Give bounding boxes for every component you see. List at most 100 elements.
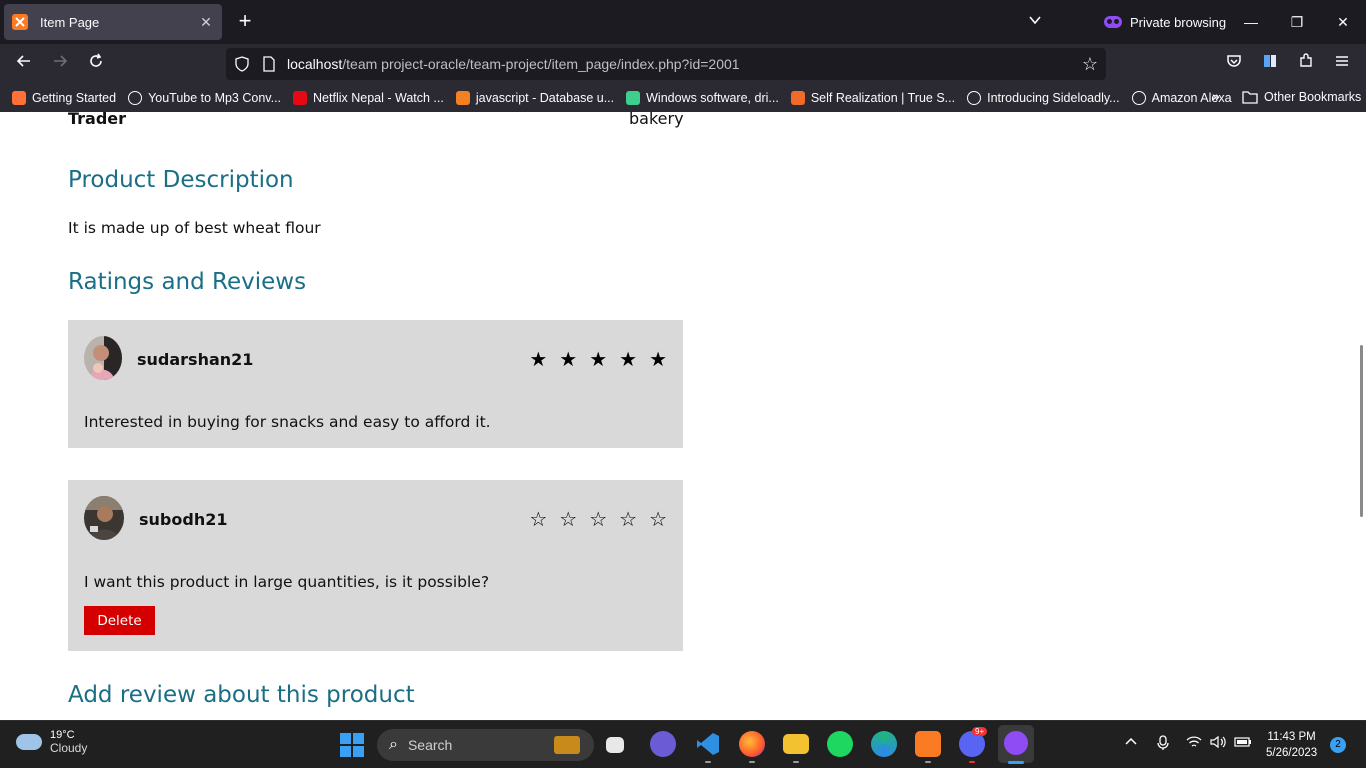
bookmark-star-icon[interactable]: ☆	[1082, 54, 1098, 75]
firefox-icon[interactable]	[739, 731, 765, 757]
stackoverflow-icon	[455, 91, 470, 105]
tracking-protection-icon[interactable]	[234, 56, 250, 77]
tab-title: Item Page	[40, 14, 100, 30]
bookmark-label: Introducing Sideloadly...	[987, 91, 1120, 105]
close-tab-icon[interactable]: ✕	[196, 14, 216, 31]
review-text: I want this product in large quantities,…	[84, 573, 490, 591]
clock-date: 5/26/2023	[1266, 747, 1318, 759]
delete-review-button[interactable]: Delete	[84, 606, 155, 635]
star-empty-icon: ☆	[649, 507, 667, 531]
bookmark-label: Windows software, dri...	[646, 91, 779, 105]
running-indicator	[749, 761, 755, 763]
taskbar-search-box[interactable]: ⌕ Search	[377, 729, 594, 761]
file-explorer-icon[interactable]	[783, 734, 809, 754]
bookmark-item[interactable]: Getting Started	[12, 91, 116, 105]
star-empty-icon: ☆	[529, 507, 548, 531]
softpedia-icon	[626, 91, 641, 105]
discord-badge: 9+	[972, 727, 988, 736]
bookmark-item[interactable]: Self Realization | True S...	[790, 91, 956, 105]
reload-button[interactable]	[84, 52, 108, 76]
review-username: subodh21	[139, 510, 228, 529]
xampp-icon[interactable]	[915, 731, 941, 757]
other-bookmarks-folder[interactable]: Other Bookmarks	[1242, 90, 1361, 104]
product-description-heading: Product Description	[68, 167, 294, 193]
bookmark-item[interactable]: javascript - Database u...	[455, 91, 615, 105]
back-button[interactable]	[12, 52, 36, 76]
url-path: /team project-oracle/team-project/item_p…	[342, 56, 740, 72]
running-indicator	[969, 761, 975, 763]
bookmark-item[interactable]: YouTube to Mp3 Conv...	[128, 91, 281, 105]
hamburger-icon	[1336, 56, 1348, 66]
url-text[interactable]: localhost/team project-oracle/team-proje…	[287, 56, 740, 72]
list-all-tabs-button[interactable]	[1027, 12, 1043, 33]
vscode-icon[interactable]	[695, 731, 721, 757]
page-content: Trader bakery Product Description It is …	[0, 112, 1366, 720]
cloud-icon	[16, 734, 42, 750]
globe-icon	[967, 91, 982, 105]
add-review-heading: Add review about this product	[68, 682, 415, 708]
pocket-icon	[1227, 55, 1241, 67]
puzzle-icon	[1300, 53, 1312, 67]
avatar	[84, 336, 122, 380]
bookmark-label: Getting Started	[32, 91, 117, 105]
bookmark-item[interactable]: Netflix Nepal - Watch ...	[293, 91, 444, 105]
review-username: sudarshan21	[137, 350, 254, 369]
address-bar[interactable]: localhost/team project-oracle/team-proje…	[226, 48, 1106, 80]
reader-extension-button[interactable]	[1258, 52, 1282, 76]
private-browsing-label: Private browsing	[1130, 14, 1227, 30]
running-indicator	[793, 761, 799, 763]
battery-icon[interactable]	[1234, 735, 1252, 752]
system-clock[interactable]: 11:43 PM 5/26/2023	[1266, 729, 1317, 761]
new-tab-button[interactable]: +	[233, 10, 257, 34]
private-browsing-indicator: Private browsing	[1104, 12, 1226, 32]
minimize-button[interactable]: ―	[1236, 10, 1266, 34]
menu-button[interactable]	[1330, 52, 1354, 76]
weather-widget[interactable]: 19°C Cloudy	[16, 729, 87, 755]
bookmark-label: Netflix Nepal - Watch ...	[313, 91, 444, 105]
bookmark-item[interactable]: Introducing Sideloadly...	[967, 91, 1120, 105]
spotify-icon[interactable]	[827, 731, 853, 757]
close-window-button[interactable]: ✕	[1328, 10, 1358, 34]
star-filled-icon: ★	[589, 347, 608, 371]
bookmark-item[interactable]: Windows software, dri...	[626, 91, 779, 105]
review-text: Interested in buying for snacks and easy…	[84, 413, 491, 431]
browser-tab[interactable]: Item Page ✕	[4, 4, 222, 40]
star-filled-icon: ★	[619, 347, 638, 371]
edge-icon[interactable]	[871, 731, 897, 757]
volume-icon[interactable]	[1210, 735, 1228, 752]
other-bookmarks-label: Other Bookmarks	[1264, 90, 1362, 104]
extensions-button[interactable]	[1294, 52, 1318, 76]
page-info-icon[interactable]	[262, 56, 276, 77]
show-hidden-icons-chevron-icon[interactable]	[1124, 735, 1138, 752]
task-view-icon[interactable]	[606, 737, 624, 753]
active-indicator	[1008, 761, 1024, 764]
notification-count-badge[interactable]: 2	[1330, 737, 1346, 753]
bookmark-label: javascript - Database u...	[475, 91, 615, 105]
star-filled-icon: ★	[529, 347, 548, 371]
star-empty-icon: ☆	[619, 507, 638, 531]
globe-icon	[1131, 91, 1146, 105]
folder-icon	[1242, 91, 1258, 104]
netflix-icon	[293, 91, 308, 105]
start-windows-icon[interactable]	[340, 733, 364, 757]
star-rating: ★ ★ ★ ★ ★	[529, 347, 667, 371]
pocket-button[interactable]	[1222, 52, 1246, 76]
running-indicator	[925, 761, 931, 763]
star-empty-icon: ☆	[589, 507, 608, 531]
review-card: sudarshan21 ★ ★ ★ ★ ★ Interested in buyi…	[68, 320, 683, 448]
firefox-private-active-icon[interactable]	[998, 725, 1034, 763]
more-bookmarks-chevron-icon[interactable]: »	[1212, 88, 1220, 104]
star-empty-icon: ☆	[559, 507, 578, 531]
briefcase-icon	[554, 736, 580, 754]
chat-icon[interactable]	[650, 731, 676, 757]
url-host: localhost	[287, 56, 343, 72]
forward-button[interactable]	[48, 52, 72, 76]
restore-button[interactable]: ❐	[1282, 10, 1312, 34]
arrow-left-icon	[16, 55, 30, 67]
bookmark-label: YouTube to Mp3 Conv...	[148, 91, 282, 105]
microphone-icon[interactable]	[1156, 735, 1170, 754]
bookmark-label: Self Realization | True S...	[810, 91, 956, 105]
product-description-text: It is made up of best wheat flour	[68, 219, 321, 237]
page-scrollbar[interactable]	[1360, 345, 1363, 517]
wifi-icon[interactable]	[1186, 735, 1202, 752]
